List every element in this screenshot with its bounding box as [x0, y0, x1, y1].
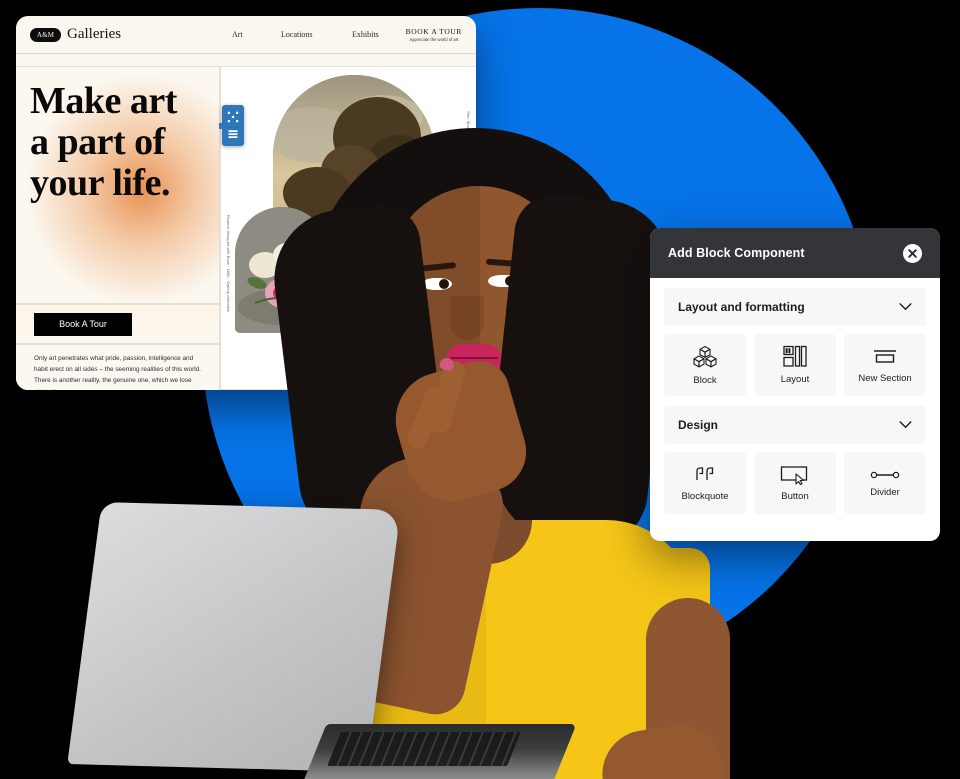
move-handle-icon[interactable]: [227, 111, 239, 123]
book-a-tour-button[interactable]: Book A Tour: [34, 312, 132, 336]
cubes-icon: [693, 345, 717, 367]
hero-headline: Make art a part of your life.: [16, 67, 219, 204]
headline-line-3: your life.: [30, 162, 170, 205]
tile-layout[interactable]: Layout: [754, 334, 836, 396]
tile-divider[interactable]: Divider: [844, 452, 926, 514]
tile-label: Block: [693, 374, 717, 386]
tile-label: Layout: [780, 374, 810, 385]
tile-blockquote[interactable]: Blockquote: [664, 452, 746, 514]
list-menu-icon[interactable]: [227, 128, 239, 140]
quote-marks-icon: [696, 466, 714, 480]
close-x-glyph: [908, 248, 917, 258]
canvas-block-toolbar[interactable]: [219, 105, 244, 146]
laptop-keyboard: [327, 732, 521, 766]
button-cursor-icon: [780, 465, 808, 485]
section-bars-icon: [874, 349, 896, 363]
tile-block[interactable]: Block: [664, 334, 746, 396]
tile-button[interactable]: Button: [754, 452, 836, 514]
tile-row-layout: Block Layout New Section: [664, 334, 926, 396]
tile-row-design: Blockquote Button Divider: [664, 452, 926, 514]
chevron-down-icon[interactable]: [899, 303, 912, 311]
close-icon[interactable]: [903, 243, 922, 263]
nose: [450, 296, 484, 340]
artwork-small-caption: Flowers: Bouquet with Rose · 1880 · Gall…: [226, 215, 230, 313]
nav-link-locations[interactable]: Locations: [281, 30, 313, 39]
tile-label: Button: [781, 490, 809, 502]
tile-label: Blockquote: [681, 490, 729, 502]
screenshot-stage: A&M Galleries Art Locations Exhibits BOO…: [0, 0, 960, 779]
add-block-component-panel: Add Block Component Layout and formattin…: [650, 228, 940, 541]
nav-link-art[interactable]: Art: [232, 30, 243, 39]
tile-label: New Section: [858, 372, 912, 384]
lip-line: [450, 357, 498, 359]
divider-line-icon: [870, 471, 900, 478]
section-label: Design: [678, 418, 719, 432]
section-design[interactable]: Design: [664, 406, 926, 444]
headline-line-1: Make art: [30, 80, 177, 122]
panel-title: Add Block Component: [668, 246, 805, 260]
tile-new-section[interactable]: New Section: [844, 334, 926, 396]
eye-left: [422, 278, 452, 290]
hero-paragraph: Only art penetrates what pride, passion,…: [34, 355, 201, 390]
tile-label: Divider: [870, 486, 900, 498]
panel-header: Add Block Component: [650, 228, 940, 278]
brand-name: Galleries: [67, 26, 122, 42]
nav-link-exhibits[interactable]: Exhibits: [352, 30, 379, 39]
brand-badge-icon: A&M: [30, 27, 61, 42]
site-brand[interactable]: A&M Galleries: [30, 26, 121, 43]
book-a-tour-cta[interactable]: BOOK A TOUR Appreciate the world of art: [406, 27, 462, 42]
grid-layout-icon: [783, 345, 807, 367]
hero-paragraph-block: Only art penetrates what pride, passion,…: [16, 344, 220, 390]
section-label: Layout and formatting: [678, 300, 805, 314]
chevron-down-icon[interactable]: [899, 421, 912, 429]
cta-subtitle: Appreciate the world of art: [409, 37, 459, 42]
site-navbar: A&M Galleries Art Locations Exhibits BOO…: [16, 16, 476, 54]
cta-title: BOOK A TOUR: [405, 27, 462, 36]
laptop: [67, 502, 577, 779]
headline-line-2: a part of: [30, 121, 165, 164]
toolbar-nub: [219, 123, 223, 129]
hero-headline-block: Make art a part of your life.: [16, 66, 220, 304]
section-layout-and-formatting[interactable]: Layout and formatting: [664, 288, 926, 326]
hero-button-block: Book A Tour: [16, 304, 220, 344]
